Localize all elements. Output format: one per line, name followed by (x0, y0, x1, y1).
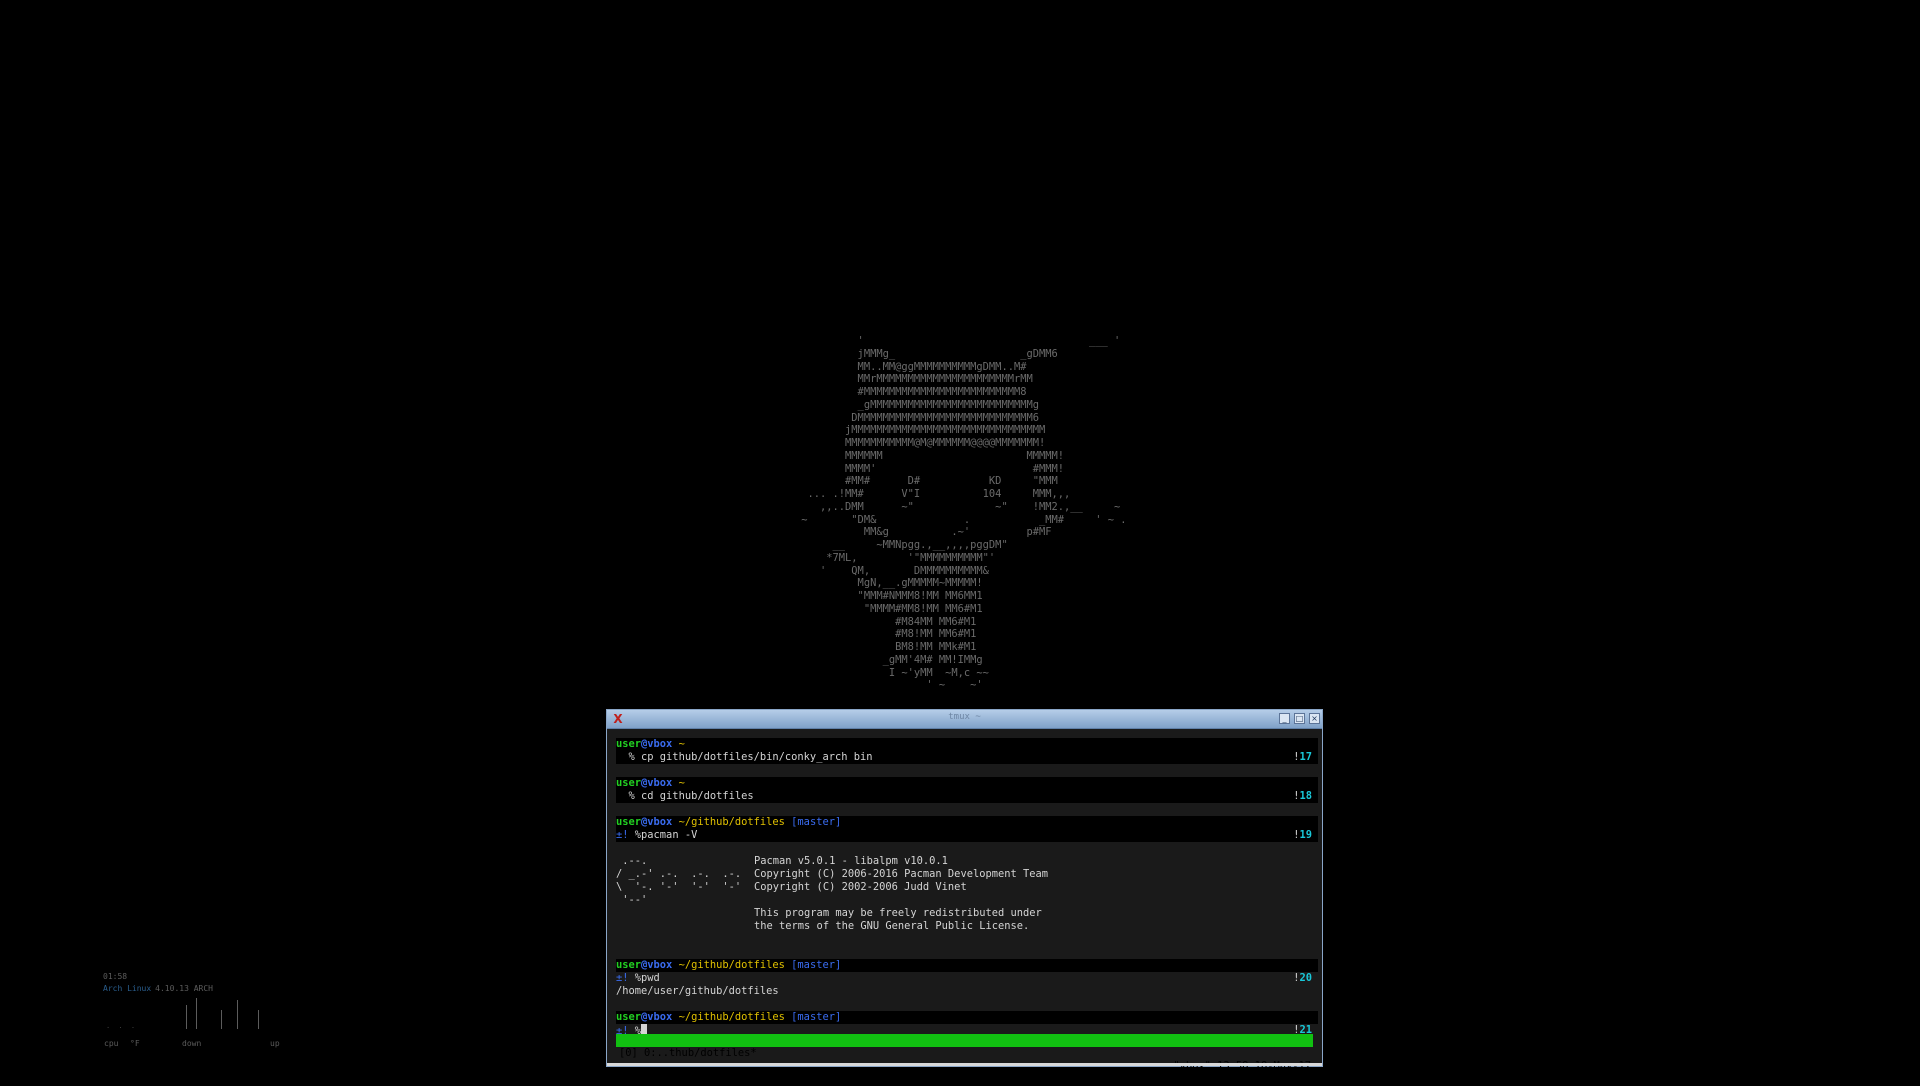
history-count: !20 (1293, 972, 1312, 984)
window-titlebar[interactable]: X tmux ~ _ □ × (607, 710, 1322, 729)
terminal-content[interactable]: user@vbox ~ % cp github/dotfiles/bin/con… (616, 738, 1318, 1072)
pacman-logo-line: \ '-. '-' '-' '-' (616, 881, 742, 893)
window-bottom-border (607, 1063, 1322, 1066)
prompt-header: user@vbox ~/github/dotfiles [master] (616, 959, 1318, 972)
command-text: %pwd (634, 972, 660, 984)
prompt-symbol: % (616, 790, 642, 802)
pacman-license: This program may be freely redistributed… (754, 907, 1042, 919)
conky-time: 01:58 (103, 972, 128, 981)
command-text: cp github/dotfiles/bin/conky_arch bin (641, 751, 873, 763)
prompt-path: ~ (672, 777, 685, 789)
pacman-license: the terms of the GNU General Public Lice… (754, 920, 1030, 932)
git-branch: [master] (791, 959, 842, 971)
history-count: !18 (1293, 790, 1312, 802)
command-line: % cd github/dotfiles !18 (616, 790, 1318, 803)
pacman-logo-line: / _.-' .-. .-. .-. (616, 868, 742, 880)
prompt-host: @vbox (641, 738, 673, 750)
pacman-copyright: Copyright (C) 2006-2016 Pacman Developme… (754, 868, 1049, 880)
history-count: !19 (1293, 829, 1312, 841)
prompt-header: user@vbox ~ (616, 738, 1318, 751)
conky-graph-bar (221, 1010, 222, 1029)
close-button[interactable]: × (1309, 713, 1320, 724)
prompt-header: user@vbox ~/github/dotfiles [master] (616, 1011, 1318, 1024)
tmux-window-list[interactable]: [0] 0:..thub/dotfiles* (619, 1047, 757, 1060)
prompt-host: @vbox (641, 959, 673, 971)
prompt-header: user@vbox ~ (616, 777, 1318, 790)
prompt-host: @vbox (641, 1011, 673, 1023)
pacman-logo-line: '--' (616, 894, 648, 906)
tmux-status-right: "vbox" 13:58 18-May-17 (1173, 1060, 1311, 1072)
conky-kernel: 4.10.13 (155, 984, 189, 993)
conky-down-label: down (182, 1039, 202, 1048)
conky-distro: Arch Linux (103, 984, 152, 993)
conky-graph-bar (196, 998, 197, 1029)
prompt-path: ~/github/dotfiles (672, 959, 792, 971)
conky-widget: 01:58 Arch Linux 4.10.13 ARCH . . . cpu °… (103, 972, 293, 1050)
command-text: %pacman -V (634, 829, 698, 841)
minimize-button[interactable]: _ (1279, 713, 1290, 724)
prompt-header: user@vbox ~/github/dotfiles [master] (616, 816, 1318, 829)
conky-graph-bar (237, 1000, 238, 1029)
command-line: ±! %pwd !20 (616, 972, 1318, 985)
maximize-button[interactable]: □ (1294, 713, 1305, 724)
pacman-copyright: Copyright (C) 2002-2006 Judd Vinet (754, 881, 967, 893)
prompt-user: user (616, 959, 642, 971)
prompt-host: @vbox (641, 816, 673, 828)
prompt-path: ~/github/dotfiles (672, 1011, 792, 1023)
conky-system-info: Arch Linux 4.10.13 ARCH (103, 984, 213, 993)
window-title: tmux ~ (948, 712, 981, 722)
git-branch: [master] (791, 816, 842, 828)
prompt-user: user (616, 816, 642, 828)
terminal-window[interactable]: X tmux ~ _ □ × user@vbox ~ % cp github/d… (606, 709, 1323, 1072)
git-branch: [master] (791, 1011, 842, 1023)
prompt-path: ~/github/dotfiles (672, 816, 792, 828)
conky-temp-label: °F (130, 1039, 140, 1048)
conky-graph-bar (258, 1010, 259, 1029)
prompt-host: @vbox (641, 777, 673, 789)
prompt-user: user (616, 777, 642, 789)
prompt-symbol: ±! (616, 972, 635, 984)
command-line: ±! %pacman -V !19 (616, 829, 1318, 842)
conky-cpu-label: cpu (104, 1039, 119, 1048)
prompt-user: user (616, 738, 642, 750)
conky-graph-bar (186, 1005, 187, 1029)
tmux-status-bar[interactable]: [0] 0:..thub/dotfiles* "vbox" 13:58 18-M… (616, 1034, 1313, 1072)
prompt-symbol: ±! (616, 829, 635, 841)
command-line: % cp github/dotfiles/bin/conky_arch bin!… (616, 751, 1318, 764)
pacman-logo-line: .--. (616, 855, 648, 867)
conky-arch-tag: ARCH (193, 984, 213, 993)
conky-up-label: up (270, 1039, 280, 1048)
conky-cpu-dots: . . . (106, 1022, 138, 1030)
ascii-art-wallpaper: ' ___ ' jMMMg_ _gDMM6 MM..MM@ggMMMMMMMMM… (801, 335, 1127, 692)
command-text: cd github/dotfiles (641, 790, 754, 802)
history-count: !17 (1293, 751, 1312, 763)
command-output: /home/user/github/dotfiles (616, 985, 779, 997)
prompt-path: ~ (672, 738, 685, 750)
prompt-symbol: % (616, 751, 642, 763)
pacman-version: Pacman v5.0.1 - libalpm v10.0.1 (754, 855, 948, 867)
prompt-user: user (616, 1011, 642, 1023)
